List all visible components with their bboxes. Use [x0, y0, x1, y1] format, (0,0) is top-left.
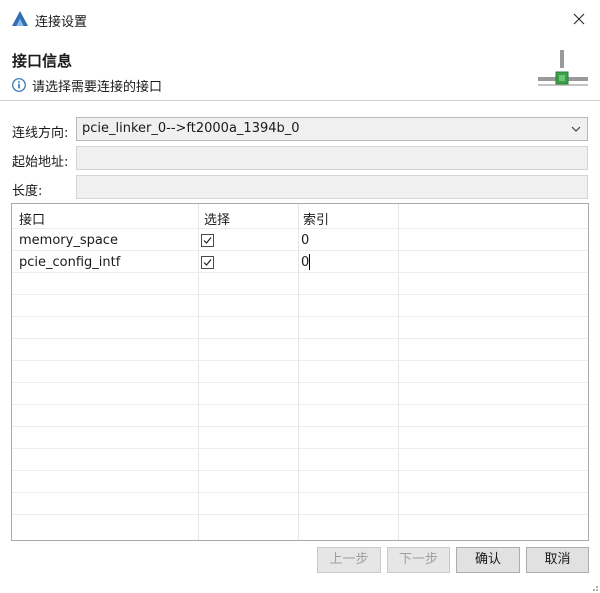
column-header-interface[interactable]: 接口 [19, 209, 45, 228]
direction-value: pcie_linker_0-->ft2000a_1394b_0 [82, 121, 300, 136]
title-bar: 连接设置 [0, 0, 600, 38]
resize-grip-icon[interactable] [589, 582, 599, 592]
header-area: 接口信息 请选择需要连接的接口 [0, 38, 600, 100]
header-description: 请选择需要连接的接口 [32, 80, 163, 95]
table-row-index[interactable]: 0 [301, 233, 309, 248]
table-row-interface[interactable]: memory_space [19, 233, 118, 248]
info-icon [12, 78, 26, 92]
column-header-index[interactable]: 索引 [303, 209, 329, 228]
row-divider [12, 514, 588, 515]
column-header-select[interactable]: 选择 [204, 209, 230, 228]
length-label: 长度: [12, 184, 43, 199]
length-field[interactable] [76, 175, 588, 199]
direction-label: 连线方向: [12, 126, 69, 141]
row-divider [12, 272, 588, 273]
select-checkbox[interactable] [201, 234, 214, 247]
ok-button[interactable]: 确认 [456, 547, 520, 573]
checkmark-icon [203, 259, 212, 266]
row-divider [12, 294, 588, 295]
table-row-interface[interactable]: pcie_config_intf [19, 255, 120, 270]
interface-table[interactable]: 接口 选择 索引 memory_space 0 pcie_config_intf… [11, 203, 589, 541]
row-divider [12, 338, 588, 339]
row-divider [12, 404, 588, 405]
window-title: 连接设置 [35, 15, 88, 30]
prev-button[interactable]: 上一步 [317, 547, 381, 573]
text-caret [309, 254, 310, 270]
select-checkbox[interactable] [201, 256, 214, 269]
checkmark-icon [203, 237, 212, 244]
start-address-label: 起始地址: [12, 155, 69, 170]
start-address-field[interactable] [76, 146, 588, 170]
app-logo-icon [12, 11, 28, 26]
row-divider [12, 448, 588, 449]
row-divider [12, 470, 588, 471]
cancel-button[interactable]: 取消 [526, 547, 589, 573]
connector-icon [538, 50, 588, 86]
chevron-down-icon[interactable] [571, 125, 581, 133]
next-button[interactable]: 下一步 [387, 547, 450, 573]
close-button[interactable] [566, 6, 592, 32]
column-divider [398, 204, 399, 540]
row-divider [12, 360, 588, 361]
row-divider [12, 228, 588, 229]
row-divider [12, 316, 588, 317]
direction-select[interactable]: pcie_linker_0-->ft2000a_1394b_0 [76, 117, 588, 141]
close-icon[interactable] [566, 6, 592, 32]
header-divider [0, 100, 600, 101]
row-divider [12, 250, 588, 251]
row-divider [12, 426, 588, 427]
page-title: 接口信息 [12, 52, 73, 70]
row-divider [12, 382, 588, 383]
column-divider [298, 204, 299, 540]
row-divider [12, 492, 588, 493]
column-divider [198, 204, 199, 540]
